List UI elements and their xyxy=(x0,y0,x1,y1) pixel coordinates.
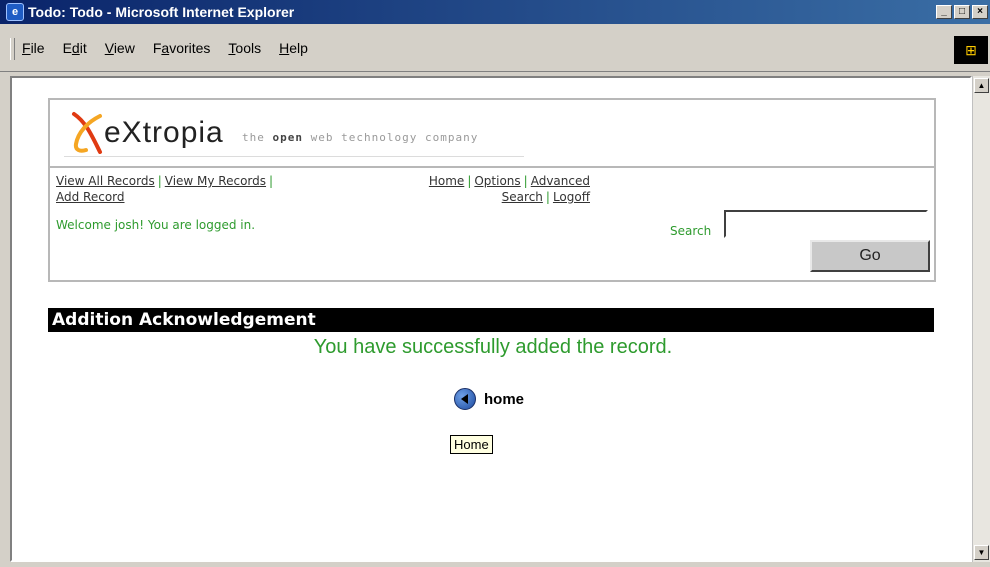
scroll-up-arrow-icon[interactable]: ▲ xyxy=(974,78,989,93)
home-nav-link[interactable]: Home xyxy=(429,174,464,188)
options-link[interactable]: Options xyxy=(474,174,520,188)
windows-logo-icon: ⊞ xyxy=(954,36,988,64)
minimize-button[interactable]: _ xyxy=(936,5,952,19)
nav-separator: | xyxy=(545,190,550,204)
header-box: eXtropia the open web technology company… xyxy=(48,98,936,282)
section-title: Addition Acknowledgement xyxy=(48,308,934,332)
go-button[interactable]: Go xyxy=(810,240,930,272)
search-input[interactable] xyxy=(724,210,928,238)
vertical-scrollbar[interactable]: ▲ ▼ xyxy=(972,76,990,562)
home-link-label[interactable]: home xyxy=(484,391,524,408)
scroll-down-arrow-icon[interactable]: ▼ xyxy=(974,545,989,560)
logo-divider xyxy=(64,156,524,157)
home-link[interactable]: home xyxy=(454,388,524,410)
nav-separator: | xyxy=(269,174,274,188)
toolbar-grip xyxy=(10,38,15,60)
nav-separator: | xyxy=(523,174,528,188)
page-viewport: eXtropia the open web technology company… xyxy=(10,76,972,562)
menu-file[interactable]: File xyxy=(22,40,45,56)
nav-right: Home | Options | Advanced Search | Logoff xyxy=(378,172,590,204)
extropia-logo-icon xyxy=(72,112,102,154)
window-title: Todo: Todo - Microsoft Internet Explorer xyxy=(28,4,295,20)
back-arrow-icon[interactable] xyxy=(454,388,476,410)
title-bar: e Todo: Todo - Microsoft Internet Explor… xyxy=(0,0,990,24)
window-controls: _ □ × xyxy=(936,5,988,19)
logo-tagline: the open web technology company xyxy=(242,131,479,144)
nav-left: View All Records | View My Records | Add Re… xyxy=(56,172,276,204)
nav-separator: | xyxy=(467,174,472,188)
success-message: You have successfully added the record. xyxy=(313,336,673,358)
advanced-search-link-part2[interactable]: Search xyxy=(502,190,543,204)
view-all-records-link[interactable]: View All Records xyxy=(56,174,155,188)
search-label: Search xyxy=(670,224,712,238)
menu-items: File Edit View Favorites Tools Help xyxy=(22,40,308,56)
menu-favorites[interactable]: Favorites xyxy=(153,40,211,56)
logo-wordmark: eXtropia xyxy=(104,116,224,149)
menu-help[interactable]: Help xyxy=(279,40,308,56)
maximize-button[interactable]: □ xyxy=(954,5,970,19)
menu-edit[interactable]: Edit xyxy=(63,40,87,56)
menu-view[interactable]: View xyxy=(105,40,135,56)
advanced-search-link-part1[interactable]: Advanced xyxy=(531,174,590,188)
menu-bar: File Edit View Favorites Tools Help xyxy=(0,24,990,72)
view-my-records-link[interactable]: View My Records xyxy=(165,174,266,188)
close-button[interactable]: × xyxy=(972,5,988,19)
welcome-message: Welcome josh! You are logged in. xyxy=(56,218,256,232)
add-record-link[interactable]: Add Record xyxy=(56,190,125,204)
logoff-link[interactable]: Logoff xyxy=(553,190,590,204)
home-tooltip: Home xyxy=(450,435,493,454)
logo-row: eXtropia the open web technology company xyxy=(50,100,934,168)
menu-tools[interactable]: Tools xyxy=(228,40,261,56)
nav-separator: | xyxy=(157,174,162,188)
ie-icon: e xyxy=(6,3,24,21)
